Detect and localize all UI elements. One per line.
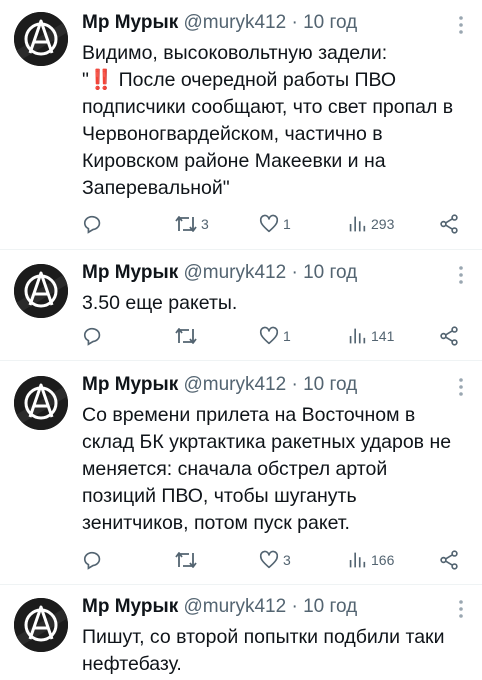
avatar[interactable] xyxy=(14,264,68,318)
reply-icon xyxy=(83,327,101,346)
views-icon xyxy=(349,216,366,232)
more-vertical-icon xyxy=(459,16,463,34)
avatar[interactable] xyxy=(14,12,68,66)
header-separator: · xyxy=(291,262,298,283)
more-button[interactable] xyxy=(456,14,466,36)
tweet-text: Пишут, со второй попытки подбили таки не… xyxy=(82,626,450,675)
header-separator: · xyxy=(291,596,298,617)
views-icon xyxy=(349,328,366,344)
author-name[interactable]: Мр Мурык xyxy=(82,262,178,283)
view-count: 293 xyxy=(371,216,395,232)
author-handle[interactable]: @muryk412 xyxy=(183,12,286,33)
share-button[interactable] xyxy=(438,212,460,236)
reply-icon xyxy=(83,215,101,234)
retweet-button[interactable] xyxy=(174,548,201,572)
tweet[interactable]: Мр Мурык @muryk412 · 10 год Пишут, со вт… xyxy=(0,594,482,680)
avatar[interactable] xyxy=(14,376,68,430)
share-button[interactable] xyxy=(438,324,460,348)
share-icon xyxy=(440,326,458,346)
like-count: 1 xyxy=(283,328,291,344)
retweet-icon xyxy=(175,328,197,344)
like-count: 1 xyxy=(283,216,291,232)
anarchy-symbol-icon xyxy=(14,264,68,318)
anarchy-symbol-icon xyxy=(14,598,68,652)
retweet-button[interactable] xyxy=(174,324,201,348)
tweet-header: Мр Мурык @muryk412 · 10 год xyxy=(82,594,357,620)
like-button[interactable]: 1 xyxy=(258,324,291,348)
views-button[interactable]: 166 xyxy=(346,548,394,572)
reply-button[interactable] xyxy=(82,548,107,572)
like-icon xyxy=(259,550,279,569)
header-separator: · xyxy=(291,12,298,33)
share-button[interactable] xyxy=(438,548,460,572)
tweet[interactable]: Мр Мурык @muryk412 · 10 год 3.50 еще рак… xyxy=(0,260,482,352)
anarchy-symbol-icon xyxy=(14,12,68,66)
author-handle[interactable]: @muryk412 xyxy=(183,374,286,395)
tweet-header: Мр Мурык @muryk412 · 10 год xyxy=(82,260,357,286)
more-vertical-icon xyxy=(459,266,463,284)
divider xyxy=(0,360,482,361)
more-button[interactable] xyxy=(456,598,466,620)
retweet-icon xyxy=(175,216,197,232)
author-name[interactable]: Мр Мурык xyxy=(82,12,178,33)
tweet-actions: 1 141 xyxy=(82,324,466,348)
more-button[interactable] xyxy=(456,264,466,286)
tweet[interactable]: Мр Мурык @muryk412 · 10 год Со времени п… xyxy=(0,372,482,576)
like-count: 3 xyxy=(283,552,291,568)
views-button[interactable]: 293 xyxy=(346,212,394,236)
tweet-text-suffix: После очередной работы ПВО подписчики со… xyxy=(82,69,459,199)
more-vertical-icon xyxy=(459,378,463,396)
share-icon xyxy=(440,550,458,570)
tweet-text: 3.50 еще ракеты. xyxy=(82,292,238,314)
author-name[interactable]: Мр Мурык xyxy=(82,374,178,395)
tweet-time[interactable]: 10 год xyxy=(303,596,357,617)
view-count: 166 xyxy=(371,552,395,568)
view-count: 141 xyxy=(371,328,395,344)
tweet-actions: 3 1 293 xyxy=(82,212,466,236)
tweet-time[interactable]: 10 год xyxy=(303,262,357,283)
views-icon xyxy=(349,552,366,568)
avatar[interactable] xyxy=(14,598,68,652)
header-separator: · xyxy=(291,374,298,395)
views-button[interactable]: 141 xyxy=(346,324,394,348)
double-exclamation-emoji: ‼️ xyxy=(88,69,114,91)
tweet-header: Мр Мурык @muryk412 · 10 год xyxy=(82,10,357,36)
tweet-text: Со времени прилета на Восточном в склад … xyxy=(82,404,457,534)
tweet-time[interactable]: 10 год xyxy=(303,374,357,395)
author-handle[interactable]: @muryk412 xyxy=(183,596,286,617)
like-button[interactable]: 3 xyxy=(258,548,291,572)
tweet-header: Мр Мурык @muryk412 · 10 год xyxy=(82,372,357,398)
share-icon xyxy=(440,214,458,234)
like-icon xyxy=(259,326,279,345)
divider xyxy=(0,584,482,585)
retweet-count: 3 xyxy=(201,216,209,232)
retweet-icon xyxy=(175,552,197,568)
like-button[interactable]: 1 xyxy=(258,212,291,236)
reply-button[interactable] xyxy=(82,212,107,236)
more-vertical-icon xyxy=(459,600,463,618)
anarchy-symbol-icon xyxy=(14,376,68,430)
tweet-thread: Мр Мурык @muryk412 · 10 год Видимо, высо… xyxy=(0,0,482,680)
author-name[interactable]: Мр Мурык xyxy=(82,596,178,617)
reply-icon xyxy=(83,551,101,570)
tweet-actions: 3 166 xyxy=(82,548,466,572)
author-handle[interactable]: @muryk412 xyxy=(183,262,286,283)
retweet-button[interactable]: 3 xyxy=(174,212,209,236)
divider xyxy=(0,249,482,250)
like-icon xyxy=(259,214,279,233)
more-button[interactable] xyxy=(456,376,466,398)
reply-button[interactable] xyxy=(82,324,107,348)
tweet[interactable]: Мр Мурык @muryk412 · 10 год Видимо, высо… xyxy=(0,10,482,240)
tweet-time[interactable]: 10 год xyxy=(303,12,357,33)
tweet-text: Видимо, высоковольтную задели: "‼️ После… xyxy=(82,40,466,202)
